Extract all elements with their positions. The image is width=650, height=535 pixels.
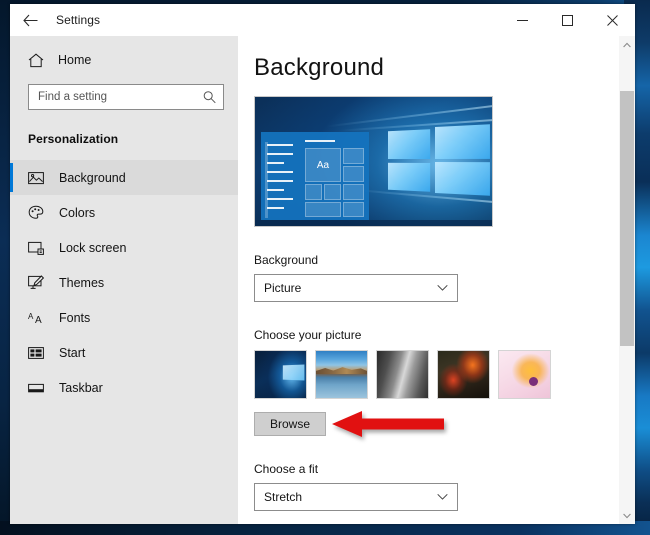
search-container — [10, 82, 238, 110]
choose-fit-dropdown[interactable]: Stretch — [254, 483, 458, 511]
sidebar-item-taskbar[interactable]: Taskbar — [10, 370, 238, 405]
sidebar-item-home[interactable]: Home — [10, 42, 238, 78]
scrollbar-track[interactable] — [619, 53, 635, 507]
chevron-down-icon — [437, 284, 448, 292]
title-bar: Settings — [10, 4, 635, 36]
preview-start-list — [267, 144, 297, 216]
scroll-up-icon[interactable] — [619, 36, 635, 53]
content-scrollbar[interactable] — [619, 36, 635, 524]
background-type-value: Picture — [264, 281, 302, 295]
lockscreen-icon — [28, 241, 54, 255]
page-title: Background — [254, 54, 385, 81]
sidebar-item-colors-label: Colors — [59, 205, 96, 220]
preview-start-tiles: Aa — [305, 138, 365, 218]
choose-fit-value: Stretch — [264, 490, 303, 504]
window-controls — [500, 4, 635, 36]
thumbnail-rock-texture-grayscale[interactable] — [376, 350, 429, 399]
svg-text:A: A — [35, 315, 42, 325]
sidebar-item-themes[interactable]: Themes — [10, 265, 238, 300]
fonts-icon: A A — [28, 311, 54, 325]
choose-picture-label: Choose your picture — [254, 328, 362, 342]
chevron-down-icon — [437, 493, 448, 501]
maximize-button[interactable] — [545, 4, 590, 36]
preview-taskbar — [255, 220, 492, 226]
themes-icon — [28, 275, 54, 290]
sidebar-item-fonts-label: Fonts — [59, 310, 91, 325]
content-pane: Background Aa Background Picture Choose … — [238, 36, 635, 524]
choose-fit-label: Choose a fit — [254, 462, 319, 476]
preview-start-menu: Aa — [261, 132, 369, 220]
scrollbar-thumb[interactable] — [620, 91, 634, 346]
app-title: Settings — [56, 13, 101, 27]
search-input[interactable] — [29, 85, 223, 109]
preview-windows-logo — [387, 124, 490, 196]
minimize-button[interactable] — [500, 4, 545, 36]
search-box[interactable] — [28, 84, 224, 110]
sidebar-item-background-label: Background — [59, 170, 126, 185]
taskbar-icon — [28, 382, 54, 394]
thumbnail-windows-default-wallpaper[interactable] — [254, 350, 307, 399]
image-icon — [28, 171, 54, 185]
sidebar-item-colors[interactable]: Colors — [10, 195, 238, 230]
sidebar-item-themes-label: Themes — [59, 275, 105, 290]
palette-icon — [28, 205, 54, 220]
preview-tile-text: Aa — [316, 159, 330, 171]
background-type-dropdown[interactable]: Picture — [254, 274, 458, 302]
sidebar-item-lock-screen-label: Lock screen — [59, 240, 127, 255]
search-icon[interactable] — [203, 91, 216, 104]
background-field-label: Background — [254, 253, 319, 267]
sidebar: Home Personalization — [10, 36, 238, 524]
sidebar-item-start-label: Start — [59, 345, 86, 360]
thumbnail-red-tulips[interactable] — [437, 350, 490, 399]
sidebar-section-title: Personalization — [28, 132, 119, 146]
thumbnail-yellow-daisy[interactable] — [498, 350, 551, 399]
settings-window: Settings Home Find a setting Personaliza… — [10, 4, 635, 524]
browse-button[interactable]: Browse — [254, 412, 326, 436]
back-button[interactable] — [10, 4, 50, 36]
annotation-arrow-icon — [332, 411, 444, 437]
picture-thumbnail-list — [254, 350, 635, 399]
browse-row: Browse — [254, 411, 635, 437]
sidebar-item-fonts[interactable]: A A Fonts — [10, 300, 238, 335]
sidebar-item-lock-screen[interactable]: Lock screen — [10, 230, 238, 265]
scroll-down-icon[interactable] — [619, 507, 635, 524]
sidebar-item-home-label: Home — [58, 53, 92, 67]
start-icon — [28, 346, 54, 360]
sidebar-item-background[interactable]: Background — [10, 160, 238, 195]
home-icon — [28, 53, 54, 68]
svg-text:A: A — [28, 312, 34, 321]
close-button[interactable] — [590, 4, 635, 36]
thumbnail-beach-rock-formation[interactable] — [315, 350, 368, 399]
window-body: Home Personalization — [10, 36, 635, 524]
sidebar-item-start[interactable]: Start — [10, 335, 238, 370]
sidebar-item-taskbar-label: Taskbar — [59, 380, 103, 395]
background-preview: Aa — [254, 96, 493, 227]
desktop-background: Settings Home Find a setting Personaliza… — [0, 0, 650, 535]
